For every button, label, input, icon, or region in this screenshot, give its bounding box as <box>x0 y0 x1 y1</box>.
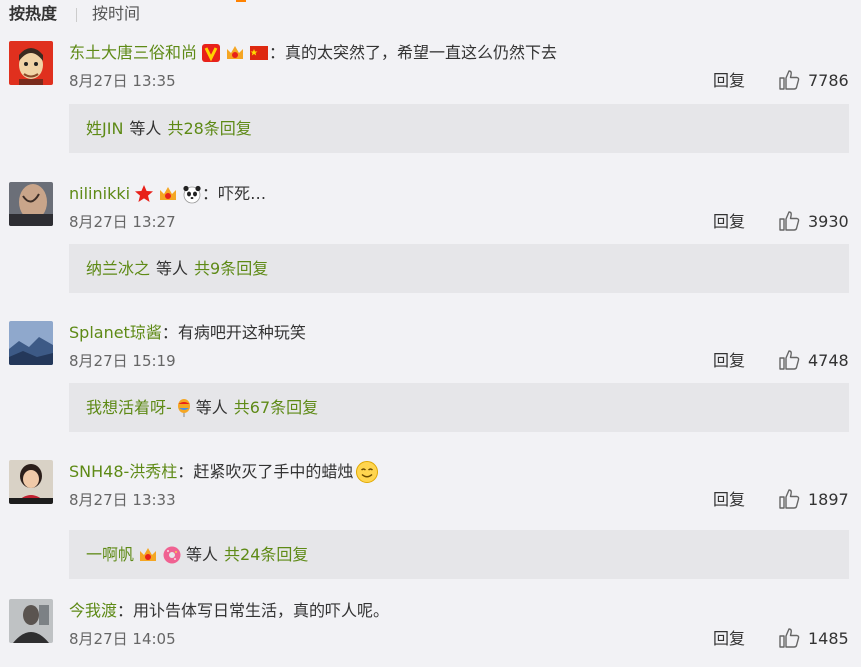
like-count: 1897 <box>808 489 849 509</box>
tab-time[interactable]: 按时间 <box>92 4 140 24</box>
like-button[interactable]: 3930 <box>778 210 849 232</box>
reply-user[interactable]: 姓JIN <box>86 118 123 140</box>
like-button[interactable]: 1485 <box>778 627 849 649</box>
china-flag-icon <box>249 43 269 63</box>
like-button[interactable]: 7786 <box>778 69 849 91</box>
avatar[interactable] <box>9 460 53 504</box>
replies-summary[interactable]: 我想活着呀- 等人 共67条回复 <box>69 383 849 432</box>
sort-tabs: 按热度 按时间 <box>0 0 861 30</box>
replies-summary[interactable]: 姓JIN 等人 共28条回复 <box>69 104 849 153</box>
smile-emoji-icon <box>355 460 379 484</box>
reply-button[interactable]: 回复 <box>713 351 745 371</box>
replies-summary[interactable]: 纳兰冰之 等人 共9条回复 <box>69 244 849 293</box>
star-badge-icon[interactable] <box>134 184 154 204</box>
avatar[interactable] <box>9 321 53 365</box>
crown-badge-icon[interactable] <box>225 43 245 63</box>
reply-count-link[interactable]: 共24条回复 <box>224 544 308 566</box>
donut-icon <box>162 545 182 565</box>
crown-badge-icon[interactable] <box>158 184 178 204</box>
comment-text: 赶紧吹灭了手中的蜡烛 <box>193 462 354 481</box>
username[interactable]: 东土大唐三俗和尚 <box>69 41 197 65</box>
reply-user[interactable]: 纳兰冰之 <box>86 258 150 280</box>
like-count: 7786 <box>808 70 849 90</box>
like-count: 3930 <box>808 211 849 231</box>
like-count: 4748 <box>808 350 849 370</box>
tab-divider <box>76 8 77 22</box>
comment-time: 8月27日 13:27 <box>69 213 176 231</box>
reply-button[interactable]: 回复 <box>713 212 745 232</box>
like-count: 1485 <box>808 628 849 648</box>
thumbs-up-icon <box>779 489 800 509</box>
thumbs-up-icon <box>779 350 800 370</box>
username[interactable]: Splanet琼酱 <box>69 321 162 345</box>
comment-time: 8月27日 15:19 <box>69 352 176 370</box>
reply-count-link[interactable]: 共28条回复 <box>167 118 251 140</box>
reply-button[interactable]: 回复 <box>713 71 745 91</box>
thumbs-up-icon <box>779 70 800 90</box>
comment-time: 8月27日 13:35 <box>69 72 176 90</box>
thumbs-up-icon <box>779 628 800 648</box>
balloon-icon <box>174 398 194 418</box>
top-accent-line <box>236 0 246 2</box>
replies-summary[interactable]: 一啊帆 等人 共24条回复 <box>69 530 849 579</box>
avatar[interactable] <box>9 41 53 85</box>
avatar[interactable] <box>9 599 53 643</box>
like-button[interactable]: 1897 <box>778 488 849 510</box>
thumbs-up-icon <box>779 211 800 231</box>
comment-time: 8月27日 14:05 <box>69 630 176 648</box>
panda-icon <box>182 184 202 204</box>
comment-text: 有病吧开这种玩笑 <box>177 323 306 342</box>
tab-hot[interactable]: 按热度 <box>9 4 57 24</box>
comment-text: 吓死… <box>218 184 267 203</box>
crown-badge-icon[interactable] <box>138 545 158 565</box>
comment-text: 用讣告体写日常生活，真的吓人呢。 <box>133 601 390 620</box>
v-badge-icon[interactable] <box>201 43 221 63</box>
comment-text: 真的太突然了，希望一直这么仍然下去 <box>285 43 558 62</box>
username[interactable]: 今我渡 <box>69 599 117 623</box>
reply-count-link[interactable]: 共67条回复 <box>234 397 318 419</box>
reply-button[interactable]: 回复 <box>713 629 745 649</box>
reply-user[interactable]: 我想活着呀- <box>86 397 172 419</box>
username[interactable]: nilinikki <box>69 182 130 206</box>
username[interactable]: SNH48-洪秀柱 <box>69 460 177 484</box>
like-button[interactable]: 4748 <box>778 349 849 371</box>
reply-count-link[interactable]: 共9条回复 <box>194 258 268 280</box>
comment-time: 8月27日 13:33 <box>69 491 176 509</box>
reply-user[interactable]: 一啊帆 <box>86 544 134 566</box>
reply-button[interactable]: 回复 <box>713 490 745 510</box>
avatar[interactable] <box>9 182 53 226</box>
